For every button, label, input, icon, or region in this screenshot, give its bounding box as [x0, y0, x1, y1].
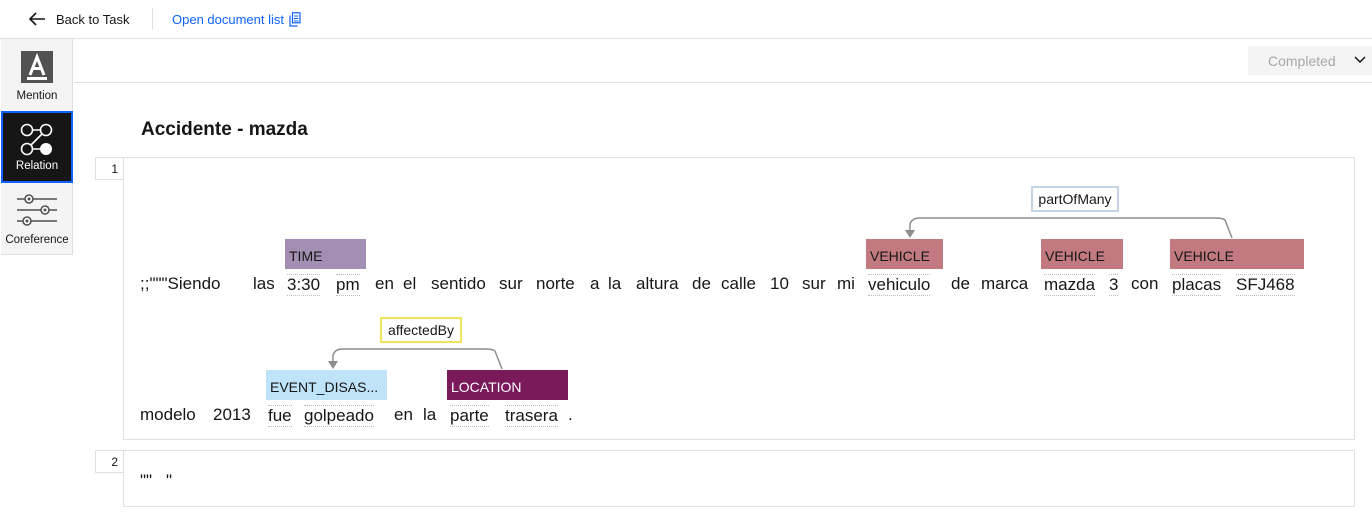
token[interactable]: en — [375, 274, 394, 294]
token[interactable]: el — [403, 274, 416, 294]
token[interactable]: las — [253, 274, 275, 294]
tool-relation[interactable]: Relation — [1, 111, 73, 183]
token[interactable]: altura — [636, 274, 679, 294]
entity-label: LOCATION — [451, 379, 522, 395]
relation-label-text: affectedBy — [388, 322, 454, 338]
status-label: Completed — [1268, 52, 1336, 69]
open-document-list-link[interactable]: Open document list — [172, 9, 301, 29]
token[interactable]: vehiculo — [868, 274, 931, 296]
token[interactable]: la — [423, 405, 436, 425]
token[interactable]: fue — [268, 405, 292, 427]
token[interactable]: mi — [837, 274, 855, 294]
token[interactable]: de — [951, 274, 970, 294]
entity-label: EVENT_DISAS... — [270, 379, 379, 395]
token[interactable]: " — [166, 471, 172, 491]
entity-label: VEHICLE — [1045, 248, 1105, 264]
top-bar: Back to Task Open document list — [0, 0, 1372, 39]
token[interactable]: 3 — [1109, 274, 1119, 296]
token[interactable]: parte — [450, 405, 489, 427]
token[interactable]: mazda — [1044, 274, 1096, 296]
tool-label: Coreference — [5, 234, 69, 246]
document-title: Accidente - mazda — [141, 119, 308, 140]
token[interactable]: SFJ468 — [1236, 274, 1295, 296]
token[interactable]: a — [590, 274, 599, 294]
token[interactable]: en — [394, 405, 413, 425]
entity-tag-vehicle[interactable]: VEHICLE — [1041, 239, 1123, 269]
annotation-toolbar — [74, 39, 1372, 83]
entity-tag-time[interactable]: TIME — [285, 239, 366, 269]
token[interactable]: placas — [1172, 274, 1222, 296]
token[interactable]: 2013 — [213, 405, 251, 425]
tool-label: Mention — [16, 90, 58, 102]
token[interactable]: . — [568, 405, 573, 425]
entity-label: TIME — [289, 248, 323, 264]
token[interactable]: trasera — [505, 405, 558, 427]
entity-label: VEHICLE — [1174, 248, 1234, 264]
token[interactable]: modelo — [140, 405, 196, 425]
chevron-down-icon — [1354, 56, 1366, 64]
coreference-icon — [17, 194, 57, 226]
sentence-number: 1 — [95, 157, 124, 180]
mention-icon — [21, 51, 53, 83]
token[interactable]: 10 — [770, 274, 789, 294]
token[interactable]: "" — [140, 471, 152, 491]
divider — [152, 8, 153, 30]
copy-icon — [289, 11, 301, 27]
doclist-label: Open document list — [172, 11, 285, 27]
token[interactable]: marca — [981, 274, 1028, 294]
tool-rail: Mention Relation Coreference — [1, 39, 73, 255]
entity-tag-vehicle[interactable]: VEHICLE — [866, 239, 943, 269]
tool-coreference[interactable]: Coreference — [1, 183, 73, 255]
sentence-2 — [123, 450, 1355, 507]
token[interactable]: de — [692, 274, 711, 294]
back-label: Back to Task — [56, 11, 130, 27]
sentence-number: 2 — [95, 450, 124, 473]
token[interactable]: la — [608, 274, 621, 294]
token[interactable]: norte — [536, 274, 575, 294]
token[interactable]: calle — [721, 274, 756, 294]
entity-tag-event-disaster[interactable]: EVENT_DISAS... — [266, 370, 387, 400]
entity-label: VEHICLE — [870, 248, 930, 264]
token[interactable]: con — [1131, 274, 1158, 294]
relation-icon — [20, 123, 53, 156]
relation-label-affectedby[interactable]: affectedBy — [380, 317, 462, 343]
tool-mention[interactable]: Mention — [1, 39, 73, 111]
token[interactable]: sentido — [431, 274, 486, 294]
token[interactable]: pm — [336, 274, 360, 296]
tool-label: Relation — [15, 160, 59, 172]
token[interactable]: sur — [499, 274, 523, 294]
token[interactable]: 3:30 — [287, 274, 321, 296]
status-dropdown[interactable]: Completed — [1248, 46, 1372, 75]
token[interactable]: golpeado — [304, 405, 374, 427]
entity-tag-vehicle[interactable]: VEHICLE — [1170, 239, 1304, 269]
back-to-task-link[interactable]: Back to Task — [28, 9, 129, 29]
arrow-left-icon — [28, 12, 45, 26]
relation-label-text: partOfMany — [1038, 191, 1112, 207]
token[interactable]: sur — [802, 274, 826, 294]
token[interactable]: ;;"""Siendo — [140, 274, 220, 294]
relation-label-partofmany[interactable]: partOfMany — [1031, 186, 1119, 212]
entity-tag-location[interactable]: LOCATION — [447, 370, 568, 400]
